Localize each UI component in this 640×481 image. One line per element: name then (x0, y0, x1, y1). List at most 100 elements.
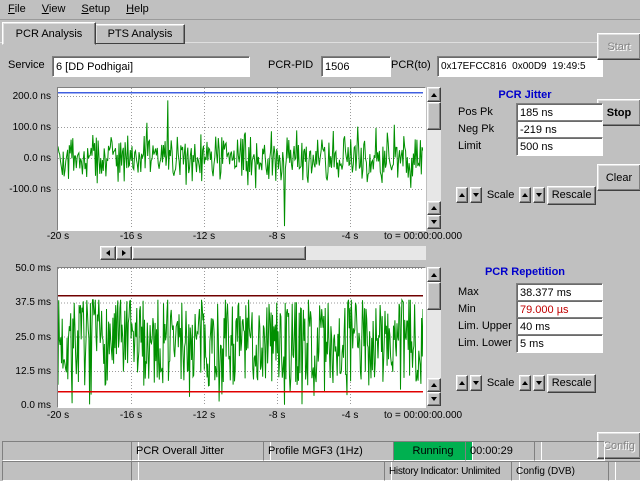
repetition-panel-title: PCR Repetition (455, 266, 595, 278)
y-tick-label: 200.0 ns (13, 91, 51, 102)
scale-label: Scale (487, 189, 515, 201)
x-tick-label: -4 s (342, 410, 359, 421)
tab-pts-analysis[interactable]: PTS Analysis (95, 24, 185, 44)
status-elapsed-time: 00:00:29 (465, 441, 542, 461)
down-arrow-icon (473, 193, 479, 197)
pcr-pid-value: 1506 (325, 61, 349, 73)
jitter-horizontal-scrollbar[interactable] (100, 246, 426, 260)
min-label: Min (458, 303, 476, 315)
x-tick-label: -16 s (120, 410, 142, 421)
pcr-to-value: 0x17EFCC816 0x00D9 19:49:5 (441, 61, 586, 72)
jitter-limit-value: 500 ns (520, 141, 553, 153)
neg-pk-value: -219 ns (520, 124, 557, 136)
scale-spin-up-button[interactable] (456, 187, 468, 203)
scale-spin-down-button[interactable] (470, 375, 482, 391)
zoom-in-button[interactable] (427, 201, 441, 215)
jitter-y-axis-labels: 200.0 ns100.0 ns0.0 ns-100.0 ns (0, 88, 54, 228)
status-cell-empty (608, 461, 640, 481)
zoom-out-button[interactable] (427, 215, 441, 229)
repetition-trace (58, 300, 423, 405)
y-tick-label: 37.5 ms (15, 297, 51, 308)
neg-pk-label: Neg Pk (458, 123, 494, 135)
pos-pk-value: 185 ns (520, 107, 553, 119)
status-cell-empty (534, 441, 605, 461)
scrollbar-track[interactable] (306, 246, 426, 260)
zoom-in-button[interactable] (427, 378, 441, 392)
repetition-x-axis-labels: -20 s-16 s-12 s-8 s-4 sto = 00:00:00.000 (58, 410, 468, 422)
rescale-button-label: Rescale (552, 377, 592, 389)
up-arrow-icon (522, 381, 528, 385)
start-button[interactable]: Start (597, 33, 640, 60)
down-arrow-icon (536, 193, 542, 197)
scroll-up-button[interactable] (427, 87, 441, 102)
scroll-up-button[interactable] (427, 267, 441, 282)
tab-pcr-analysis[interactable]: PCR Analysis (2, 22, 96, 45)
max-value: 38.377 ms (520, 287, 571, 299)
rescale-button-label: Rescale (552, 189, 592, 201)
menu-setup[interactable]: Setup (73, 0, 118, 18)
scale-spin-up-button[interactable] (519, 187, 531, 203)
lim-lower-field[interactable]: 5 ms (516, 334, 603, 353)
run-state-text: Running (413, 445, 454, 457)
stop-button[interactable]: Stop (597, 99, 640, 126)
y-tick-label: 50.0 ms (15, 263, 51, 274)
status-history-indicator: History Indicator: Unlimited (384, 461, 520, 481)
scrollbar-thumb[interactable] (427, 102, 441, 130)
zoom-out-button[interactable] (427, 392, 441, 406)
scale-spin-down-button[interactable] (470, 187, 482, 203)
scrollbar-track[interactable] (427, 310, 441, 378)
status-profile: Profile MGF3 (1Hz) (263, 441, 401, 461)
scale-spin-down-button[interactable] (533, 375, 545, 391)
repetition-y-axis-labels: 50.0 ms37.5 ms25.0 ms12.5 ms0.0 ms (0, 268, 54, 405)
stop-button-label: Stop (607, 107, 631, 119)
menu-view[interactable]: View (34, 0, 74, 18)
scale-label: Scale (487, 377, 515, 389)
status-config: Config (DVB) (511, 461, 616, 481)
scrollbar-thumb[interactable] (132, 246, 306, 260)
jitter-x-axis-labels: -20 s-16 s-12 s-8 s-4 sto = 00:00:00.000 (58, 231, 468, 243)
up-arrow-icon (431, 206, 437, 210)
down-arrow-icon (431, 220, 437, 224)
jitter-vertical-scrollbar[interactable] (427, 87, 441, 229)
clear-button[interactable]: Clear (597, 164, 640, 191)
max-label: Max (458, 286, 479, 298)
status-running: Running (393, 441, 473, 461)
analyzer-window: { "colors": { "panel_title": "#0000cc", … (0, 0, 640, 480)
menu-file[interactable]: File (0, 0, 34, 18)
menu-bar: FileViewSetupHelp (0, 0, 640, 20)
pcr-to-field: 0x17EFCC816 0x00D9 19:49:5 (437, 56, 603, 77)
repetition-rescale-button[interactable]: Rescale (547, 374, 596, 393)
jitter-rescale-button[interactable]: Rescale (547, 186, 596, 205)
scale-spin-up-button[interactable] (519, 375, 531, 391)
y-tick-label: 0.0 ns (24, 153, 51, 164)
service-field[interactable]: 6 [DD Podhigai] (52, 56, 250, 77)
start-button-label: Start (607, 41, 630, 53)
up-arrow-icon (522, 193, 528, 197)
x-axis-to-label: to = 00:00:00.000 (384, 231, 462, 242)
scrollbar-thumb[interactable] (427, 282, 441, 310)
menu-help[interactable]: Help (118, 0, 157, 18)
clear-button-label: Clear (606, 172, 632, 184)
up-arrow-icon (431, 383, 437, 387)
jitter-limit-field[interactable]: 500 ns (516, 137, 603, 156)
y-tick-label: 12.5 ms (15, 366, 51, 377)
jitter-panel-title: PCR Jitter (455, 89, 595, 101)
scale-spin-up-button[interactable] (456, 375, 468, 391)
x-tick-label: -16 s (120, 231, 142, 242)
x-tick-label: -20 s (47, 410, 69, 421)
lim-lower-label: Lim. Lower (458, 337, 512, 349)
scroll-right-button[interactable] (116, 246, 132, 260)
repetition-chart-svg (58, 268, 423, 405)
x-tick-label: -4 s (342, 231, 359, 242)
config-button-label: Config (603, 440, 635, 452)
scrollbar-track[interactable] (427, 130, 441, 201)
service-value: 6 [DD Podhigai] (56, 61, 133, 73)
scale-spin-down-button[interactable] (533, 187, 545, 203)
x-tick-label: -8 s (269, 231, 286, 242)
status-cell-empty (2, 441, 139, 461)
down-arrow-icon (473, 381, 479, 385)
scroll-left-button[interactable] (100, 246, 116, 260)
y-tick-label: -100.0 ns (9, 184, 51, 195)
tab-label: PCR Analysis (16, 28, 83, 40)
repetition-vertical-scrollbar[interactable] (427, 267, 441, 406)
